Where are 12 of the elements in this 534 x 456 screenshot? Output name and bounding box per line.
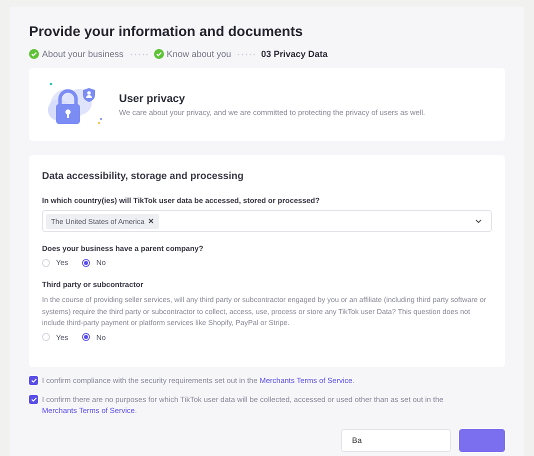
step-label: About your business <box>42 49 124 59</box>
primary-button[interactable] <box>459 428 505 452</box>
checkbox[interactable] <box>29 394 38 404</box>
back-button[interactable]: Ba <box>341 428 451 452</box>
close-icon[interactable] <box>148 218 154 224</box>
step-label: Know about you <box>166 49 232 59</box>
intro-heading: User privacy <box>119 92 186 104</box>
step-label: 03 Privacy Data <box>261 49 328 59</box>
checkbox[interactable] <box>29 376 38 385</box>
page-title: Provide your information and documents <box>29 23 304 39</box>
section-heading: Data accessibility, storage and processing <box>42 171 245 182</box>
chevron-down-icon[interactable] <box>475 218 482 224</box>
